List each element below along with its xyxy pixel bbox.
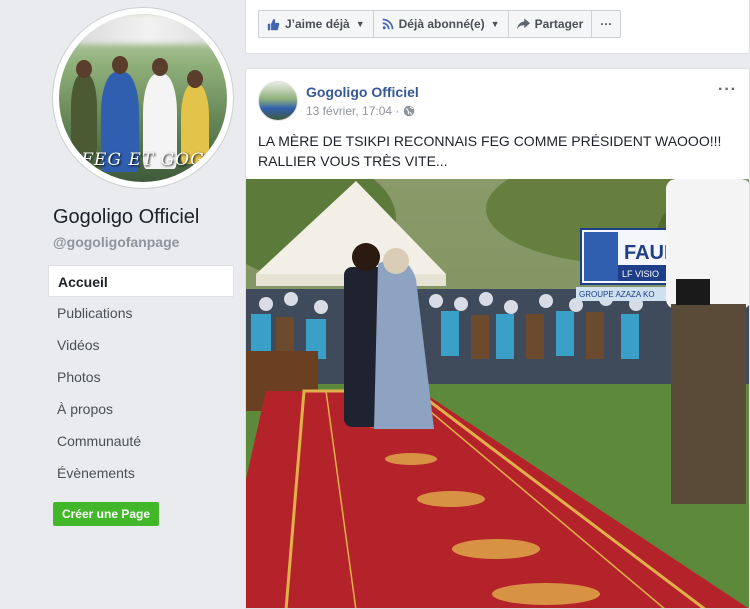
nav-item-publications[interactable]: Publications <box>48 297 234 329</box>
post-card: Gogoligo Officiel 13 février, 17:04 · ··… <box>245 68 750 609</box>
share-arrow-icon <box>516 18 530 30</box>
thumbs-up-icon <box>267 18 280 31</box>
post-text: LA MÈRE DE TSIKPI RECONNAIS FEG COMME PR… <box>258 133 722 169</box>
post-photo-image: FAUR LF VISIO GROUPE AZAZA KO <box>246 179 749 608</box>
page-handle[interactable]: @gogoligofanpage <box>53 234 179 250</box>
page-actions-card: J’aime déjà ▼ Déjà abonné(e) ▼ Partager … <box>245 0 750 54</box>
post-author-name[interactable]: Gogoligo Officiel <box>306 84 419 100</box>
chevron-down-icon: ▼ <box>355 19 365 29</box>
more-options-button[interactable]: ··· <box>591 10 622 38</box>
avatar-caption: FEG ET GOG <box>81 150 205 170</box>
share-page-label: Partager <box>534 17 584 31</box>
post-author-avatar[interactable] <box>258 81 298 121</box>
profile-picture[interactable]: FEG ET GOG <box>53 8 233 188</box>
post-meta: 13 février, 17:04 · <box>306 104 415 118</box>
nav-item-videos[interactable]: Vidéos <box>48 329 234 361</box>
post-options-button[interactable]: ··· <box>718 81 737 99</box>
nav-item-a-propos[interactable]: À propos <box>48 393 234 425</box>
post-photo[interactable]: FAUR LF VISIO GROUPE AZAZA KO <box>246 179 749 608</box>
page-name[interactable]: Gogoligo Officiel <box>53 206 199 229</box>
nav-item-photos[interactable]: Photos <box>48 361 234 393</box>
like-page-label: J’aime déjà <box>285 17 350 31</box>
follow-page-label: Déjà abonné(e) <box>398 17 485 31</box>
nav-item-evenements[interactable]: Évènements <box>48 457 234 489</box>
like-page-button[interactable]: J’aime déjà ▼ <box>258 10 374 38</box>
banner-sign-text: GROUPE AZAZA KO <box>579 290 655 299</box>
left-column: FEG ET GOG Gogoligo Officiel @gogoligofa… <box>0 0 244 609</box>
nav-item-accueil[interactable]: Accueil <box>48 265 234 297</box>
nav-item-communaute[interactable]: Communauté <box>48 425 234 457</box>
profile-picture-image: FEG ET GOG <box>59 14 227 182</box>
share-page-button[interactable]: Partager <box>507 10 593 38</box>
chevron-down-icon: ▼ <box>490 19 500 29</box>
globe-icon[interactable] <box>403 105 415 117</box>
post-timestamp[interactable]: 13 février, 17:04 · <box>306 104 399 118</box>
page-nav: Accueil Publications Vidéos Photos À pro… <box>48 265 234 489</box>
rss-icon <box>382 18 394 30</box>
create-page-button[interactable]: Créer une Page <box>53 502 159 526</box>
page-action-bar: J’aime déjà ▼ Déjà abonné(e) ▼ Partager … <box>258 10 622 38</box>
banner-subtext: LF VISIO <box>622 269 659 279</box>
follow-page-button[interactable]: Déjà abonné(e) ▼ <box>372 10 509 38</box>
